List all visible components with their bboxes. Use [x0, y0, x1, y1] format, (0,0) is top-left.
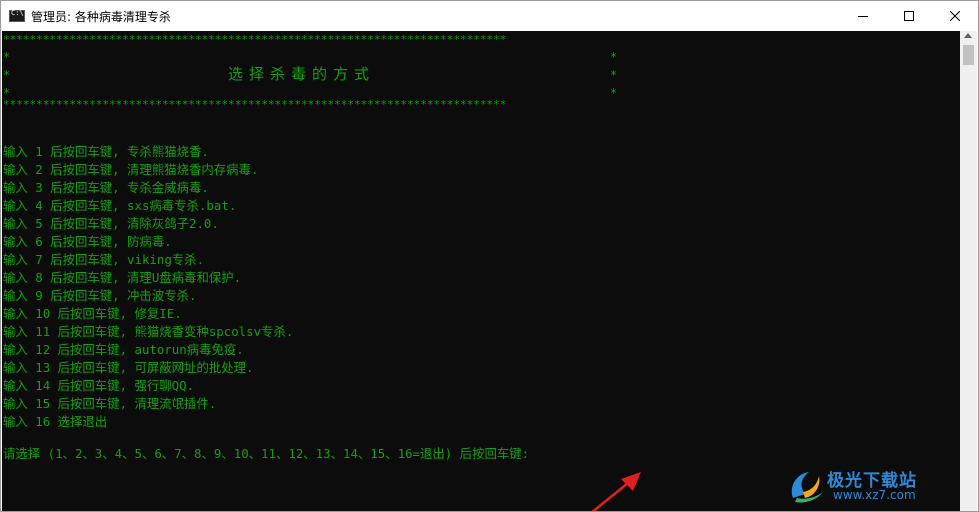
- watermark-url: www.xz7.com: [833, 488, 916, 502]
- side-star: *: [610, 68, 618, 82]
- menu-heading: 选择杀毒的方式: [228, 65, 376, 83]
- scroll-up-icon[interactable]: [964, 33, 972, 38]
- menu-item: 输入 9 后按回车键, 冲击波专杀.: [3, 288, 197, 303]
- window-title: 管理员: 各种病毒清理专杀: [31, 9, 171, 24]
- window-controls: [840, 1, 978, 31]
- side-star: *: [3, 68, 11, 82]
- title-bar[interactable]: 管理员: 各种病毒清理专杀: [1, 1, 978, 31]
- menu-item: 输入 3 后按回车键, 专杀金威病毒.: [3, 180, 209, 195]
- watermark: 极光下载站 www.xz7.com: [787, 464, 937, 506]
- scroll-thumb[interactable]: [963, 45, 974, 65]
- maximize-icon: [904, 11, 914, 21]
- vertical-scrollbar[interactable]: [960, 31, 977, 511]
- selection-prompt: 请选择 (1、2、3、4、5、6、7、8、9、10、11、12、13、14、15…: [3, 446, 530, 461]
- minimize-button[interactable]: [840, 1, 886, 31]
- side-star: *: [610, 86, 618, 100]
- menu-item: 输入 2 后按回车键, 清理熊猫烧香内存病毒.: [3, 162, 259, 177]
- menu-item: 输入 15 后按回车键, 清理流氓插件.: [3, 396, 217, 411]
- menu-item: 输入 6 后按回车键, 防病毒.: [3, 234, 172, 249]
- menu-item: 输入 4 后按回车键, sxs病毒专杀.bat.: [3, 198, 237, 213]
- menu-item: 输入 14 后按回车键, 强行聊QQ.: [3, 378, 195, 393]
- close-button[interactable]: [932, 1, 978, 31]
- star-border-top: ****************************************…: [3, 33, 507, 46]
- minimize-icon: [858, 16, 868, 17]
- red-arrow-annotation: [591, 472, 641, 511]
- menu-item: 输入 12 后按回车键, autorun病毒免疫.: [3, 342, 244, 357]
- maximize-button[interactable]: [886, 1, 932, 31]
- close-icon: [950, 11, 960, 21]
- console-window: 管理员: 各种病毒清理专杀 *************************: [0, 0, 979, 512]
- side-star: *: [3, 50, 11, 64]
- star-border-bottom: ****************************************…: [3, 98, 507, 111]
- menu-item: 输入 1 后按回车键, 专杀熊猫烧香.: [3, 144, 209, 159]
- menu-item: 输入 8 后按回车键, 清理U盘病毒和保护.: [3, 270, 242, 285]
- menu-item: 输入 10 后按回车键, 修复IE.: [3, 306, 182, 321]
- menu-item: 输入 5 后按回车键, 清除灰鸽子2.0.: [3, 216, 219, 231]
- menu-item: 输入 13 后按回车键, 可屏蔽网址的批处理.: [3, 360, 254, 375]
- cmd-icon: [9, 9, 25, 22]
- jiguang-logo-icon: [791, 472, 823, 503]
- menu-item: 输入 16 选择退出: [3, 414, 108, 429]
- side-star: *: [610, 50, 618, 64]
- console-output[interactable]: ****************************************…: [2, 31, 961, 511]
- menu-item: 输入 11 后按回车键, 熊猫烧香变种spcolsv专杀.: [3, 324, 294, 339]
- menu-item: 输入 7 后按回车键, viking专杀.: [3, 252, 205, 267]
